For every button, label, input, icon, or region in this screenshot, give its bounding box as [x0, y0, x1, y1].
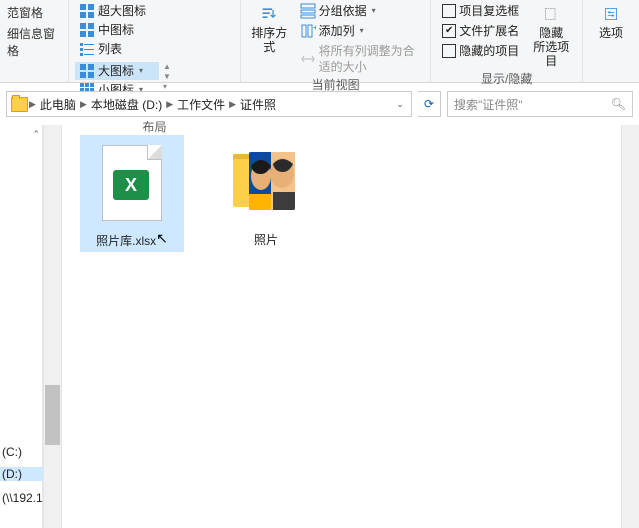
svg-text:+: + — [313, 23, 316, 32]
ribbon-panes-group: 范窗格 细信息窗格 — [0, 0, 69, 82]
folder-item-photos[interactable]: 照片 — [214, 135, 318, 251]
grid-icon — [79, 3, 95, 19]
view-medium-button[interactable]: 中图标 — [75, 21, 150, 39]
search-placeholder: 搜索"证件照" — [454, 96, 611, 113]
ribbon-options-group: 选项 — [583, 0, 639, 82]
search-input[interactable]: 搜索"证件照" 🔍︎ — [447, 91, 633, 117]
view-extra-large-button[interactable]: 超大图标 — [75, 2, 150, 20]
hide-selected-label: 隐藏 所选项目 — [529, 26, 573, 68]
nav-tree[interactable]: ⌃ (C:) (D:) (\\192.16 — [0, 125, 43, 528]
chevron-down-icon: ▾ — [360, 23, 364, 39]
chevron-right-icon[interactable]: ▶ — [228, 99, 237, 110]
view-large-button[interactable]: 大图标 ▾ — [75, 62, 159, 80]
tree-drive-d[interactable]: (D:) — [0, 467, 48, 481]
fit-columns-button[interactable]: 将所有列调整为合适的大小 — [296, 42, 425, 76]
checkbox-icon — [442, 44, 456, 58]
ribbon-layout-group: 超大图标 中图标 列表 大图标▾ 小图标▾ 详细信息▾ ▲ ▼ ▾ 布局 — [69, 0, 241, 82]
view-list-button[interactable]: 列表 — [75, 40, 150, 58]
hide-selected-button[interactable]: 隐藏 所选项目 — [527, 2, 575, 70]
options-label: 选项 — [599, 26, 623, 40]
grid-icon — [79, 63, 95, 79]
add-column-icon: + — [300, 23, 316, 39]
scroll-up-icon[interactable]: ▲ — [163, 62, 171, 71]
folder-thumbnail-icon — [233, 154, 299, 212]
hide-icon — [541, 4, 561, 24]
group-by-button[interactable]: 分组依据 ▾ — [296, 2, 425, 20]
options-button[interactable]: 选项 — [589, 2, 633, 42]
scroll-down-icon[interactable]: ▼ — [163, 72, 171, 81]
list-icon — [79, 41, 95, 57]
view-extra-large-label: 超大图标 — [98, 3, 146, 19]
hidden-items-toggle[interactable]: 隐藏的项目 — [438, 42, 523, 60]
chevron-right-icon[interactable]: ▶ — [79, 99, 88, 110]
chevron-right-icon[interactable]: ▶ — [165, 99, 174, 110]
tree-scrollbar[interactable] — [43, 125, 62, 528]
sort-by-button[interactable]: 排序方式 — [247, 2, 292, 56]
folder-name-label: 照片 — [254, 233, 278, 247]
file-pane[interactable]: X 照片库.xlsx↖ — [62, 125, 621, 528]
group-by-label: 分组依据 — [319, 3, 367, 19]
showhide-group-label: 显示/隐藏 — [481, 70, 532, 90]
tree-drive-c[interactable]: (C:) — [2, 445, 22, 459]
file-name-label: 照片库.xlsx — [96, 234, 156, 248]
group-icon — [300, 3, 316, 19]
hidden-items-label: 隐藏的项目 — [459, 43, 519, 59]
collapse-icon[interactable]: ⌃ — [32, 129, 40, 140]
refresh-button[interactable]: ⟳ — [418, 91, 441, 117]
fit-icon — [300, 51, 316, 67]
sort-by-label: 排序方式 — [249, 26, 290, 54]
content-scrollbar[interactable] — [621, 125, 639, 528]
ribbon-current-view-group: 排序方式 分组依据▾ +添加列▾ 将所有列调整为合适的大小 当前视图 — [241, 0, 431, 82]
expand-icon[interactable]: ▾ — [163, 82, 171, 91]
file-item-excel[interactable]: X 照片库.xlsx↖ — [80, 135, 184, 252]
cursor-icon: ↖ — [156, 230, 168, 246]
checkbox-icon — [442, 4, 456, 18]
history-dropdown-icon[interactable]: ⌄ — [393, 99, 407, 110]
chevron-right-icon[interactable]: ▶ — [28, 99, 37, 110]
sort-icon — [259, 4, 279, 24]
file-ext-toggle[interactable]: 文件扩展名 — [438, 22, 523, 40]
explorer-body: ⌃ (C:) (D:) (\\192.16 X 照片库.xlsx↖ — [0, 125, 639, 528]
view-large-label: 大图标 — [98, 63, 134, 79]
crumb-this-pc[interactable]: 此电脑 — [37, 96, 79, 113]
details-pane-label[interactable]: 细信息窗格 — [7, 25, 63, 59]
add-column-button[interactable]: +添加列 ▾ — [296, 22, 425, 40]
item-checkboxes-label: 项目复选框 — [459, 3, 519, 19]
ribbon: 范窗格 细信息窗格 超大图标 中图标 列表 大图标▾ 小图标▾ 详细信息▾ ▲ … — [0, 0, 639, 83]
search-icon: 🔍︎ — [611, 97, 626, 111]
crumb-id-photos[interactable]: 证件照 — [237, 96, 279, 113]
file-ext-label: 文件扩展名 — [459, 23, 519, 39]
crumb-work-files[interactable]: 工作文件 — [174, 96, 228, 113]
view-list-label: 列表 — [98, 41, 122, 57]
nav-pane-label[interactable]: 范窗格 — [7, 4, 63, 21]
breadcrumb-bar[interactable]: ▶ 此电脑 ▶ 本地磁盘 (D:) ▶ 工作文件 ▶ 证件照 ⌄ — [6, 91, 412, 117]
refresh-icon: ⟳ — [424, 97, 434, 111]
grid-icon — [79, 22, 95, 38]
chevron-icon: ▾ — [139, 63, 143, 79]
excel-file-icon: X — [102, 145, 162, 221]
checkbox-checked-icon — [442, 24, 456, 38]
ribbon-showhide-group: 项目复选框 文件扩展名 隐藏的项目 隐藏 所选项目 显示/隐藏 — [431, 0, 583, 82]
fit-columns-label: 将所有列调整为合适的大小 — [319, 43, 421, 75]
options-icon — [601, 4, 621, 24]
crumb-drive-d[interactable]: 本地磁盘 (D:) — [88, 96, 165, 113]
chevron-down-icon: ▾ — [372, 3, 376, 19]
folder-icon — [11, 97, 28, 112]
add-column-label: 添加列 — [319, 23, 355, 39]
view-medium-label: 中图标 — [98, 22, 134, 38]
item-checkboxes-toggle[interactable]: 项目复选框 — [438, 2, 523, 20]
